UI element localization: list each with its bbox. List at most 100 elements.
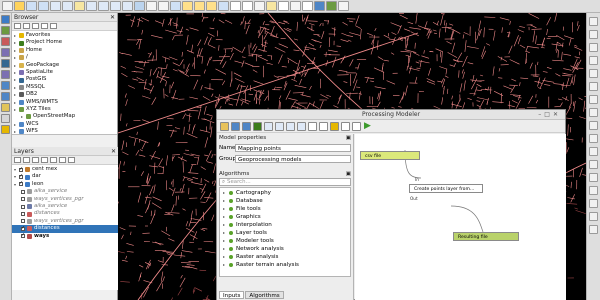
layer-item[interactable]: ways_vertices_pgr (12, 196, 118, 203)
expand-arrow-icon[interactable]: ▸ (14, 32, 18, 39)
add-part-icon[interactable] (589, 121, 598, 130)
add-mesh-layer-icon[interactable] (1, 48, 10, 57)
select-by-value-icon[interactable] (206, 1, 217, 11)
algorithm-group[interactable]: ▸ Graphics (220, 213, 350, 221)
add-spatialite-layer-icon[interactable] (1, 70, 10, 79)
layer-visibility-checkbox[interactable] (19, 173, 23, 180)
expand-arrow-icon[interactable]: ▸ (223, 253, 228, 261)
algorithm-group[interactable]: ▸ Modeler tools (220, 237, 350, 245)
algorithm-group[interactable]: ▸ Layer tools (220, 229, 350, 237)
export-image-icon[interactable] (308, 121, 317, 131)
tab-algorithms[interactable]: Algorithms (245, 291, 284, 299)
temporal-controller-icon[interactable] (146, 1, 157, 11)
browser-item[interactable]: ▸ Favorites (12, 32, 117, 39)
save-in-project-icon[interactable] (253, 121, 262, 131)
algorithm-group[interactable]: ▸ Network analysis (220, 245, 350, 253)
label-tool-icon[interactable] (589, 225, 598, 234)
collapse-all-icon[interactable] (41, 23, 48, 29)
open-layer-styling-icon[interactable] (14, 157, 21, 163)
model-name-field[interactable]: Mapping points (235, 143, 351, 152)
layer-item[interactable]: distances (12, 225, 118, 233)
maximize-icon[interactable]: □ (544, 111, 553, 118)
algorithm-group[interactable]: ▸ Database (220, 197, 350, 205)
layer-item[interactable]: ways (12, 232, 118, 240)
browser-item[interactable]: ▸ WFS (12, 128, 117, 135)
layer-visibility-checkbox[interactable] (19, 166, 23, 173)
label-icon[interactable] (290, 1, 301, 11)
manage-map-themes-icon[interactable] (32, 157, 39, 163)
open-model-icon[interactable] (220, 121, 229, 131)
plugins-icon[interactable] (326, 1, 337, 11)
browser-item[interactable]: ▸ XYZ Tiles (12, 106, 117, 113)
export-pdf-icon[interactable] (319, 121, 328, 131)
expand-arrow-icon[interactable]: ▸ (14, 62, 18, 69)
measure-icon[interactable] (254, 1, 265, 11)
layer-item[interactable]: aika_service (12, 203, 118, 210)
expand-arrow-icon[interactable]: ▸ (14, 69, 18, 76)
filter-legend-icon[interactable] (41, 157, 48, 163)
refresh-icon[interactable] (158, 1, 169, 11)
layer-visibility-checkbox[interactable] (21, 212, 25, 217)
text-annotation-icon[interactable] (302, 1, 313, 11)
expand-arrow-icon[interactable]: ▾ (14, 181, 18, 188)
filter-icon[interactable] (32, 23, 39, 29)
layer-visibility-checkbox[interactable] (21, 225, 25, 232)
expand-arrow-icon[interactable]: ▸ (14, 106, 18, 113)
layer-item[interactable]: ways_vertices_pgr (12, 218, 118, 225)
identify-icon[interactable] (170, 1, 181, 11)
expand-arrow-icon[interactable]: ▸ (14, 121, 18, 128)
algorithm-node[interactable]: Create points layer from... (409, 184, 483, 193)
add-wms-layer-icon[interactable] (1, 81, 10, 90)
zoom-last-icon[interactable] (110, 1, 121, 11)
collapse-all-icon[interactable] (59, 157, 66, 163)
algorithm-group[interactable]: ▸ Raster analysis (220, 253, 350, 261)
add-feature-icon[interactable] (589, 43, 598, 52)
python-console-icon[interactable] (314, 1, 325, 11)
layer-visibility-checkbox[interactable] (21, 219, 25, 224)
deselect-icon[interactable] (194, 1, 205, 11)
properties-icon[interactable] (50, 23, 57, 29)
zoom-selection-icon[interactable] (74, 1, 85, 11)
simplify-icon[interactable] (589, 95, 598, 104)
dock-float-icon[interactable]: ▣ (346, 134, 351, 142)
browser-item[interactable]: ▸ PostGIS (12, 76, 117, 83)
add-ring-icon[interactable] (589, 108, 598, 117)
expand-arrow-icon[interactable]: ▸ (14, 91, 18, 98)
expand-arrow-icon[interactable]: ▸ (223, 221, 228, 229)
expand-arrow-icon[interactable]: ▸ (14, 99, 18, 106)
algorithm-group[interactable]: ▸ Raster terrain analysis (220, 261, 350, 269)
add-raster-layer-icon[interactable] (1, 37, 10, 46)
browser-item[interactable]: ▸ SpatiaLite (12, 69, 117, 76)
delete-ring-icon[interactable] (589, 134, 598, 143)
layer-visibility-checkbox[interactable] (21, 197, 25, 202)
browser-item[interactable]: ▸ MSSQL (12, 84, 117, 91)
browser-item[interactable]: ▸ WCS (12, 121, 117, 128)
expand-arrow-icon[interactable]: ▸ (223, 237, 228, 245)
layer-visibility-checkbox[interactable] (19, 180, 23, 188)
close-icon[interactable]: ✕ (110, 13, 115, 21)
layer-item[interactable]: ▾ dar (12, 173, 118, 180)
modeler-titlebar[interactable]: Processing Modeler –□✕ (217, 110, 565, 120)
layer-visibility-checkbox[interactable] (21, 232, 25, 240)
refresh-icon[interactable] (23, 23, 30, 29)
expand-arrow-icon[interactable]: ▸ (14, 128, 18, 135)
zoom-actual-icon[interactable] (286, 121, 295, 131)
layer-item[interactable]: ▾ cent mex (12, 166, 118, 173)
edit-pencil-icon[interactable] (589, 17, 598, 26)
expand-arrow-icon[interactable]: ▸ (223, 189, 228, 197)
pan-icon[interactable] (2, 1, 13, 11)
algorithm-group[interactable]: ▸ Cartography (220, 189, 350, 197)
vertex-tool-icon[interactable] (589, 56, 598, 65)
redo-icon[interactable] (589, 212, 598, 221)
field-calculator-icon[interactable] (218, 1, 229, 11)
expand-arrow-icon[interactable]: ▸ (14, 47, 18, 54)
new-map-view-icon[interactable] (134, 1, 145, 11)
merge-icon[interactable] (589, 186, 598, 195)
reshape-icon[interactable] (589, 147, 598, 156)
layer-visibility-checkbox[interactable] (21, 189, 25, 194)
expand-arrow-icon[interactable]: ▸ (223, 261, 228, 269)
expand-arrow-icon[interactable]: ▾ (14, 166, 18, 173)
close-icon[interactable]: ✕ (111, 147, 116, 155)
tab-inputs[interactable]: Inputs (219, 291, 245, 299)
add-postgis-layer-icon[interactable] (1, 59, 10, 68)
